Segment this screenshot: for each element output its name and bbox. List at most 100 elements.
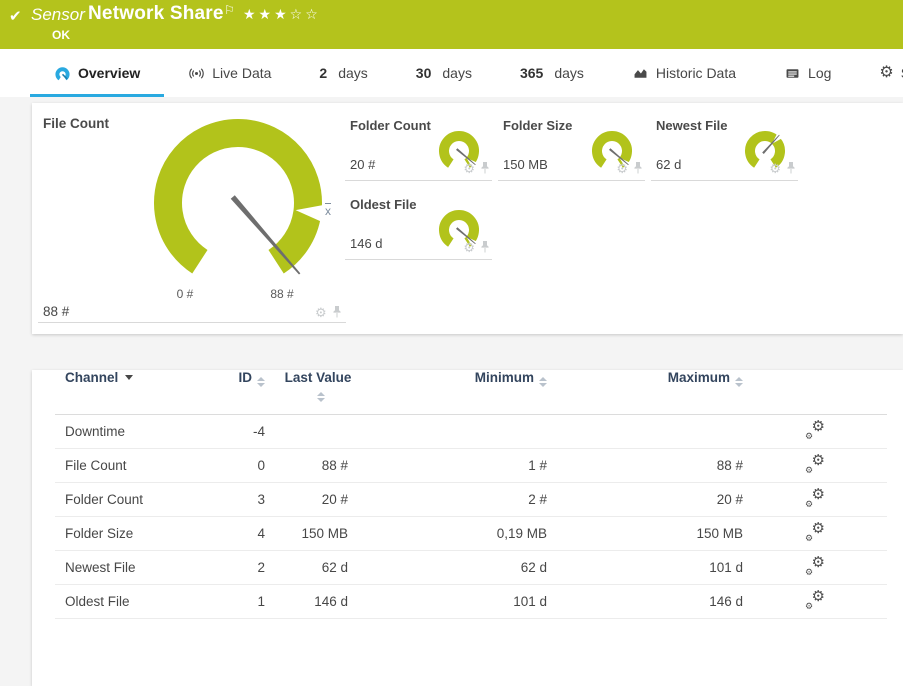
- tab-365-days[interactable]: 365 days: [496, 49, 608, 97]
- live-data-icon: [188, 65, 205, 82]
- gauge-icon: [54, 65, 71, 82]
- channel-id: 4: [257, 526, 265, 541]
- channel-id: -4: [253, 424, 265, 439]
- channel-id: 2: [257, 560, 265, 575]
- gauge-value: 150 MB: [503, 157, 548, 172]
- tab-live-data[interactable]: Live Data: [164, 49, 295, 97]
- gauge-value: 146 d: [350, 236, 383, 251]
- tab-overview[interactable]: Overview: [30, 49, 164, 97]
- minimum-value: 101 d: [513, 594, 547, 609]
- last-value: 20 #: [322, 492, 348, 507]
- gauge-settings-icon[interactable]: ⚙: [616, 162, 628, 175]
- channel-id: 0: [257, 458, 265, 473]
- last-value: 150 MB: [301, 526, 348, 541]
- sort-icon: [539, 377, 547, 387]
- column-header-id[interactable]: ID: [239, 370, 266, 387]
- gauge-title: Newest File: [656, 118, 728, 133]
- pin-icon[interactable]: [480, 161, 490, 175]
- gauges-panel: File Count x 0 # 88 # 88 # ⚙ Folder Coun…: [32, 103, 903, 334]
- sort-desc-icon: [125, 375, 133, 380]
- average-marker: x: [325, 204, 331, 218]
- gauge-scale-min: 0 #: [163, 287, 207, 301]
- divider: [38, 322, 346, 323]
- sort-icon: [735, 377, 743, 387]
- gauge-title: Folder Count: [350, 118, 431, 133]
- sort-icon: [317, 392, 325, 402]
- log-icon: [784, 65, 801, 82]
- channel-settings-icon[interactable]: ⚙⚙: [805, 456, 825, 473]
- sort-icon: [257, 377, 265, 387]
- table-body: Downtime -4 ⚙⚙ File Count 0 88 # 1 # 88 …: [55, 415, 887, 619]
- pin-icon[interactable]: [633, 161, 643, 175]
- object-type-label: Sensor: [31, 5, 85, 25]
- flag-icon: ⚐: [224, 3, 235, 17]
- last-value: 146 d: [314, 594, 348, 609]
- column-header-channel[interactable]: Channel: [65, 370, 225, 385]
- tab-settings[interactable]: ⚙ Settings: [855, 49, 903, 97]
- column-header-maximum[interactable]: Maximum: [668, 370, 743, 387]
- priority-stars[interactable]: ★★★☆☆: [243, 6, 321, 23]
- minimum-value: 1 #: [528, 458, 547, 473]
- primary-gauge: [138, 103, 338, 303]
- channel-name: Newest File: [65, 560, 225, 575]
- channel-settings-icon[interactable]: ⚙⚙: [805, 558, 825, 575]
- maximum-value: 20 #: [717, 492, 743, 507]
- last-value: 62 d: [322, 560, 348, 575]
- mini-gauge-cell[interactable]: Oldest File 146 d ⚙: [345, 189, 492, 260]
- channel-name: Folder Size: [65, 526, 225, 541]
- column-header-last-value[interactable]: Last Value: [280, 370, 356, 402]
- minimum-value: 62 d: [521, 560, 547, 575]
- mini-gauge-cell[interactable]: Folder Size 150 MB ⚙: [498, 110, 645, 181]
- channel-name: File Count: [65, 458, 225, 473]
- gauge-scale-max: 88 #: [260, 287, 304, 301]
- table-row[interactable]: File Count 0 88 # 1 # 88 # ⚙⚙: [55, 449, 887, 483]
- minimum-value: 0,19 MB: [497, 526, 547, 541]
- table-row[interactable]: Folder Size 4 150 MB 0,19 MB 150 MB ⚙⚙: [55, 517, 887, 551]
- tab-log[interactable]: Log: [760, 49, 855, 97]
- pin-icon[interactable]: [786, 161, 796, 175]
- channel-table-panel: Channel ID Last Value Minimum Maximum Do…: [32, 370, 903, 686]
- gauge-title: Folder Size: [503, 118, 572, 133]
- channel-settings-icon[interactable]: ⚙⚙: [805, 490, 825, 507]
- gauge-settings-icon[interactable]: ⚙: [769, 162, 781, 175]
- channel-settings-icon[interactable]: ⚙⚙: [805, 524, 825, 541]
- gauge-value: 20 #: [350, 157, 375, 172]
- pin-icon[interactable]: [332, 305, 342, 319]
- status-badge: OK: [52, 28, 70, 42]
- settings-gear-icon: ⚙: [879, 65, 893, 81]
- primary-gauge-title: File Count: [43, 116, 109, 131]
- pin-icon[interactable]: [480, 240, 490, 254]
- table-row[interactable]: Downtime -4 ⚙⚙: [55, 415, 887, 449]
- minimum-value: 2 #: [528, 492, 547, 507]
- channel-name: Folder Count: [65, 492, 225, 507]
- historic-data-icon: [632, 65, 649, 82]
- maximum-value: 150 MB: [696, 526, 743, 541]
- channel-settings-icon[interactable]: ⚙⚙: [805, 422, 825, 439]
- primary-gauge-value: 88 #: [43, 304, 69, 319]
- tab-30-days[interactable]: 30 days: [392, 49, 496, 97]
- table-row[interactable]: Newest File 2 62 d 62 d 101 d ⚙⚙: [55, 551, 887, 585]
- sensor-title: Network Share: [88, 3, 224, 25]
- maximum-value: 146 d: [709, 594, 743, 609]
- table-row[interactable]: Oldest File 1 146 d 101 d 146 d ⚙⚙: [55, 585, 887, 619]
- gauge-settings-icon[interactable]: ⚙: [463, 241, 475, 254]
- tab-historic-data[interactable]: Historic Data: [608, 49, 760, 97]
- table-header-row: Channel ID Last Value Minimum Maximum: [55, 370, 887, 415]
- gauge-settings-icon[interactable]: ⚙: [315, 306, 327, 319]
- table-row[interactable]: Folder Count 3 20 # 2 # 20 # ⚙⚙: [55, 483, 887, 517]
- maximum-value: 88 #: [717, 458, 743, 473]
- mini-gauges: Folder Count 20 # ⚙ Folder Size 15: [345, 110, 823, 260]
- mini-gauge-cell[interactable]: Newest File 62 d ⚙: [651, 110, 798, 181]
- gauge-title: Oldest File: [350, 197, 416, 212]
- channel-id: 3: [257, 492, 265, 507]
- channel-settings-icon[interactable]: ⚙⚙: [805, 592, 825, 609]
- tab-2-days[interactable]: 2 days: [295, 49, 391, 97]
- channel-name: Downtime: [65, 424, 225, 439]
- last-value: 88 #: [322, 458, 348, 473]
- tab-bar: Overview Live Data 2 days 30 days 365 da…: [0, 49, 903, 97]
- status-check-icon: ✔: [9, 7, 22, 25]
- mini-gauge-cell[interactable]: Folder Count 20 # ⚙: [345, 110, 492, 181]
- gauge-settings-icon[interactable]: ⚙: [463, 162, 475, 175]
- column-header-minimum[interactable]: Minimum: [475, 370, 547, 387]
- channel-id: 1: [257, 594, 265, 609]
